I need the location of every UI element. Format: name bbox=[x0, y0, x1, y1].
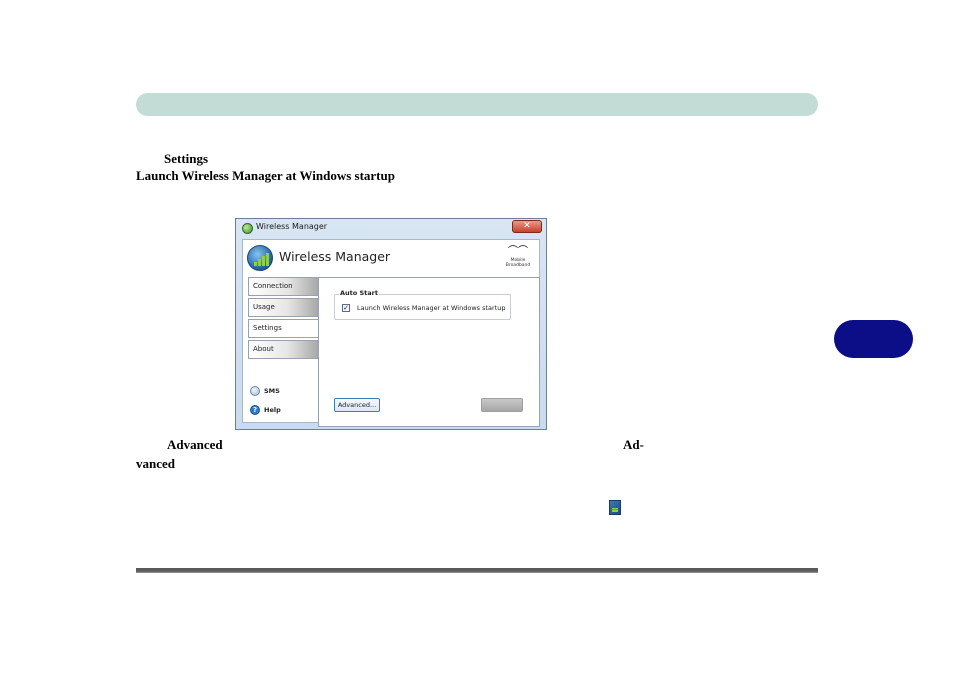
advanced-text: Advanced bbox=[167, 437, 223, 452]
wireless-manager-window: Wireless Manager ✕ Wireless Manager ⌒⌒ M… bbox=[235, 218, 547, 430]
close-button[interactable]: ✕ bbox=[512, 220, 542, 233]
header-bar bbox=[136, 93, 818, 116]
nav-item-usage[interactable]: Usage bbox=[248, 298, 318, 317]
ad-text: Ad- bbox=[623, 437, 644, 452]
advanced-button[interactable]: Advanced... bbox=[334, 398, 380, 412]
app-title: Wireless Manager bbox=[279, 249, 391, 264]
launch-at-startup-label[interactable]: Launch Wireless Manager at Windows start… bbox=[357, 304, 506, 312]
wireless-manager-tray-icon bbox=[609, 500, 621, 515]
mobile-broadband-logo: ⌒⌒ Mobile Broadband bbox=[503, 246, 533, 272]
wireless-signal-globe-icon bbox=[247, 245, 273, 271]
launch-heading: Launch Wireless Manager at Windows start… bbox=[136, 168, 395, 183]
auto-start-group: Auto Start ✓ Launch Wireless Manager at … bbox=[334, 289, 511, 320]
brand-line-2: Broadband bbox=[505, 263, 531, 268]
chapter-tab bbox=[834, 320, 913, 358]
window-client: Wireless Manager ⌒⌒ Mobile Broadband Con… bbox=[242, 239, 540, 427]
auto-start-label: Auto Start bbox=[339, 289, 379, 297]
settings-heading: Settings bbox=[164, 151, 209, 166]
nav-item-settings[interactable]: Settings bbox=[248, 319, 318, 338]
birds-logo-icon: ⌒⌒ bbox=[508, 246, 528, 257]
nav-item-about[interactable]: About bbox=[248, 340, 318, 359]
window-title: Wireless Manager bbox=[256, 222, 328, 231]
wireless-manager-title-icon bbox=[242, 223, 253, 234]
help-label[interactable]: Help bbox=[264, 406, 281, 414]
help-icon: ? bbox=[250, 405, 260, 415]
settings-panel: Auto Start ✓ Launch Wireless Manager at … bbox=[318, 277, 540, 427]
launch-at-startup-checkbox[interactable]: ✓ bbox=[342, 304, 350, 312]
title-bar[interactable]: Wireless Manager ✕ bbox=[236, 219, 546, 239]
sms-label[interactable]: SMS bbox=[264, 387, 280, 395]
vanced-text: vanced bbox=[136, 456, 175, 471]
sms-icon bbox=[250, 386, 260, 396]
apply-button-disabled bbox=[481, 398, 523, 412]
footer-rule bbox=[136, 568, 818, 573]
side-nav: Connection Usage Settings About bbox=[248, 277, 318, 361]
nav-item-connection[interactable]: Connection bbox=[248, 277, 318, 296]
